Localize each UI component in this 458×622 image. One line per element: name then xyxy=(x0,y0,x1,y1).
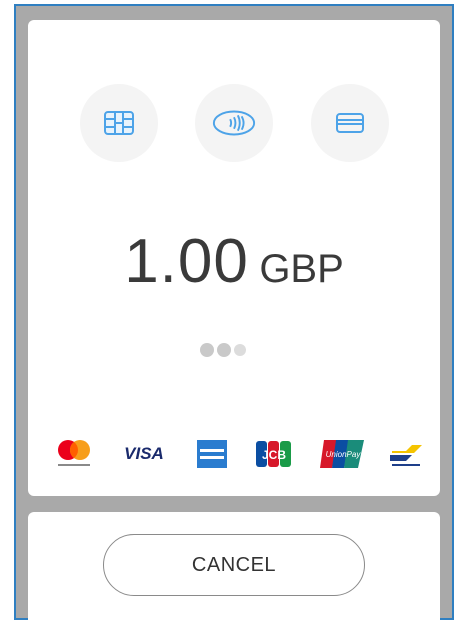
payment-card: 1.00 GBP VISA JCB UnionPay xyxy=(28,20,440,496)
progress-dots xyxy=(200,343,246,357)
cancel-panel: CANCEL xyxy=(28,512,440,622)
progress-dot xyxy=(200,343,214,357)
progress-dot xyxy=(217,343,231,357)
svg-text:UnionPay: UnionPay xyxy=(326,450,362,459)
amex-logo xyxy=(192,436,232,472)
jcb-logo: JCB xyxy=(252,436,296,472)
visa-logo: VISA xyxy=(118,436,170,472)
chip-card-icon xyxy=(80,84,158,162)
swipe-card-icon xyxy=(311,84,389,162)
amount-currency: GBP xyxy=(259,247,344,291)
accepted-card-brands: VISA JCB UnionPay xyxy=(52,436,424,476)
bancontact-logo xyxy=(386,436,426,472)
cancel-button[interactable]: CANCEL xyxy=(103,534,365,596)
payment-amount: 1.00 GBP xyxy=(28,226,440,297)
progress-dot xyxy=(234,344,246,356)
visa-wordmark: VISA xyxy=(124,444,164,463)
amount-value: 1.00 xyxy=(124,227,249,296)
mastercard-logo xyxy=(52,436,98,472)
svg-text:JCB: JCB xyxy=(262,448,286,462)
unionpay-logo: UnionPay xyxy=(318,436,368,472)
payment-frame: 1.00 GBP VISA JCB UnionPay CANCEL xyxy=(14,4,454,622)
contactless-icon xyxy=(195,84,273,162)
